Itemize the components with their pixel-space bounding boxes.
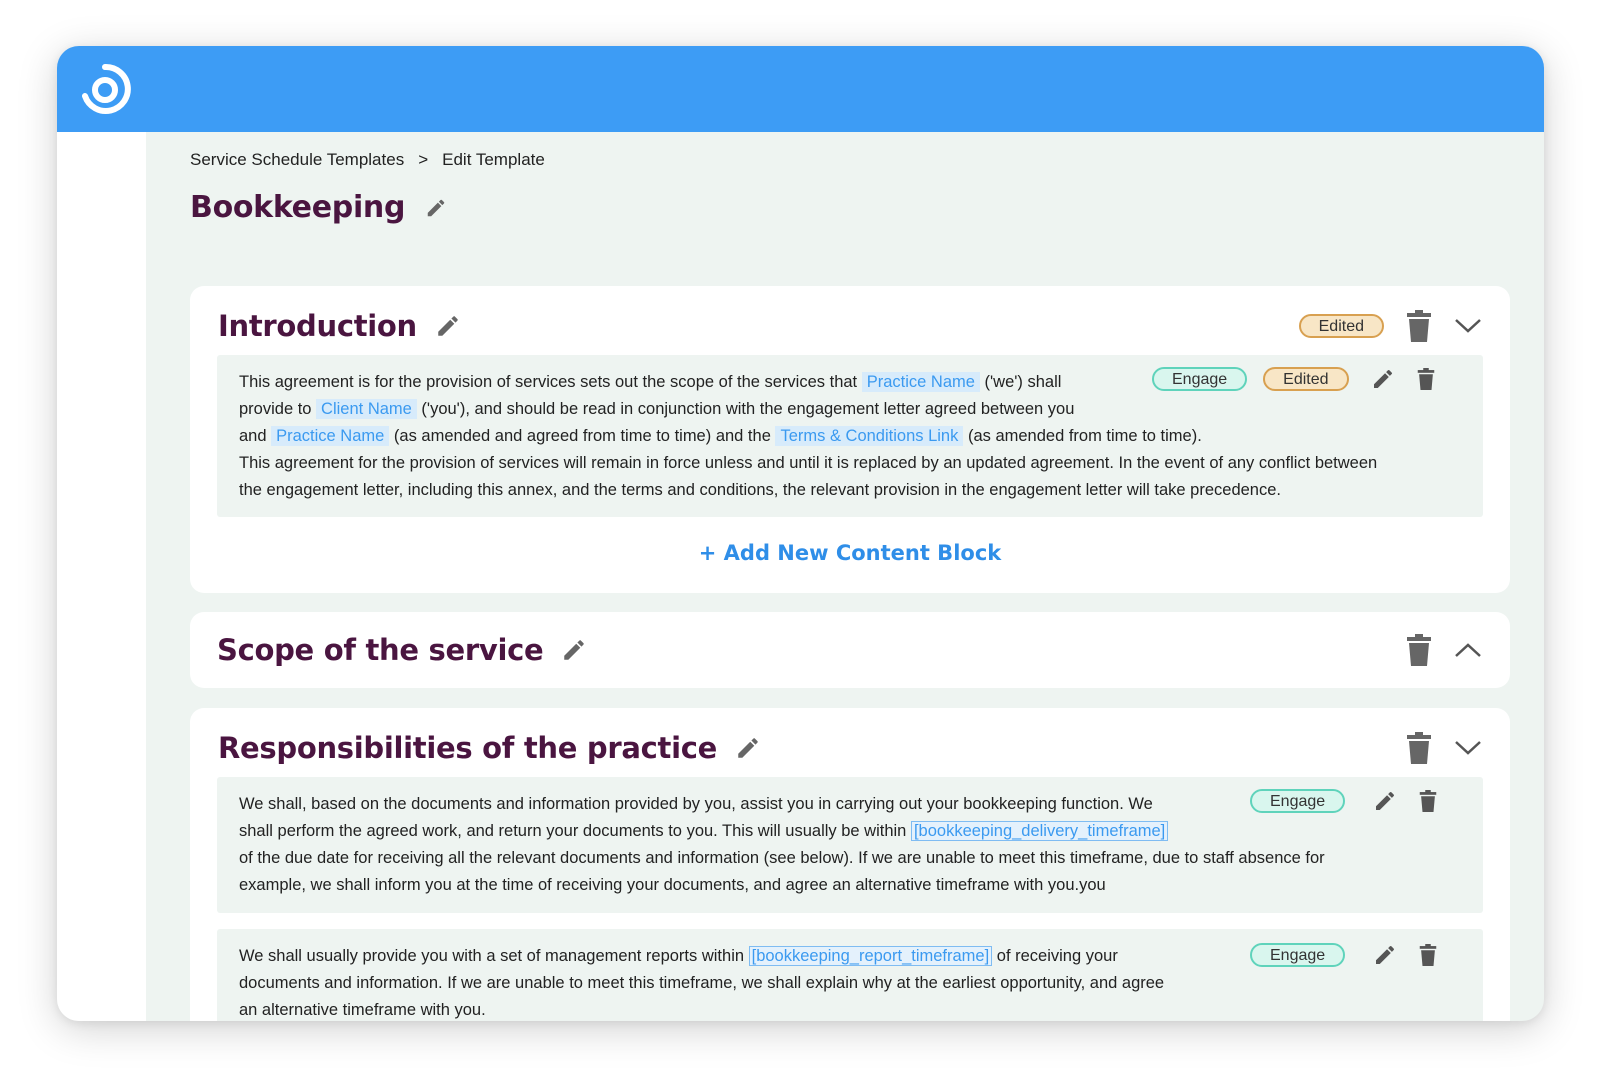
pencil-icon[interactable] (1373, 943, 1397, 967)
block-actions: Engage (1250, 943, 1437, 967)
section-header: Responsibilities of the practice (218, 708, 1482, 788)
pencil-icon[interactable] (1371, 367, 1395, 391)
text-segment: ('you'), and should be read in conjuncti… (416, 400, 1075, 418)
text-segment: provide to (239, 400, 317, 418)
section-header: Scope of the service (217, 612, 1482, 688)
sidebar (57, 132, 146, 1021)
main-content: Service Schedule Templates > Edit Templa… (190, 132, 1544, 1021)
text-segment: (as amended from time to time). (963, 427, 1202, 445)
text-segment: This agreement is for the provision of s… (239, 373, 862, 391)
text-segment: of receiving your (992, 947, 1118, 965)
page-title-row: Bookkeeping (190, 190, 447, 225)
section-actions: Edited (1298, 286, 1482, 366)
chevron-down-icon[interactable] (1454, 739, 1482, 757)
merge-field-report-timeframe[interactable]: [bookkeeping_report_timeframe] (748, 946, 993, 966)
block-actions: Engage Edited (1152, 367, 1435, 391)
pencil-icon[interactable] (425, 197, 447, 219)
chevron-down-icon[interactable] (1454, 317, 1482, 335)
text-line: example, we shall inform you at the time… (239, 876, 1106, 894)
text-segment: (as amended and agreed from time to time… (389, 427, 776, 445)
breadcrumb-link-templates[interactable]: Service Schedule Templates (190, 150, 404, 170)
text-line: documents and information. If we are una… (239, 974, 1165, 992)
content-block-text: We shall, based on the documents and inf… (239, 791, 1325, 899)
section-actions (1406, 612, 1482, 688)
add-content-block-button[interactable]: + Add New Content Block (190, 541, 1510, 565)
section-title: Scope of the service (217, 633, 544, 667)
content-block[interactable]: This agreement is for the provision of s… (217, 355, 1483, 517)
pencil-icon[interactable] (735, 735, 761, 761)
text-line: the engagement letter, including this an… (239, 481, 1281, 499)
text-line: provide to Client Name ('you'), and shou… (239, 396, 1377, 423)
text-line: We shall usually provide you with a set … (239, 943, 1164, 970)
logo-icon[interactable] (79, 62, 131, 116)
text-segment: and (239, 427, 272, 445)
section-card-introduction: Introduction Edited This agreement is fo… (190, 286, 1510, 593)
page-title: Bookkeeping (190, 190, 406, 225)
block-actions: Engage (1250, 789, 1437, 813)
trash-icon[interactable] (1419, 944, 1437, 966)
text-line: an alternative timeframe with you. (239, 1001, 486, 1019)
section-actions (1406, 708, 1482, 788)
content-block-text: We shall usually provide you with a set … (239, 943, 1164, 1021)
pencil-icon[interactable] (1373, 789, 1397, 813)
section-card-scope: Scope of the service (190, 612, 1510, 688)
engage-badge: Engage (1250, 943, 1346, 967)
content-block[interactable]: We shall usually provide you with a set … (217, 929, 1483, 1021)
trash-icon[interactable] (1419, 790, 1437, 812)
merge-field-terms-link[interactable]: Terms & Conditions Link (775, 426, 964, 446)
section-header: Introduction Edited (218, 286, 1482, 366)
merge-field-practice-name[interactable]: Practice Name (861, 372, 980, 392)
content-block[interactable]: We shall, based on the documents and inf… (217, 777, 1483, 913)
section-title: Introduction (218, 309, 417, 343)
breadcrumb: Service Schedule Templates > Edit Templa… (190, 150, 545, 170)
merge-field-client-name[interactable]: Client Name (316, 399, 417, 419)
text-line: This agreement for the provision of serv… (239, 454, 1378, 472)
text-line: and Practice Name (as amended and agreed… (239, 423, 1377, 450)
breadcrumb-separator: > (418, 150, 429, 169)
text-segment: We shall usually provide you with a set … (239, 947, 749, 965)
trash-icon[interactable] (1406, 634, 1432, 666)
engage-badge: Engage (1152, 367, 1248, 391)
pencil-icon[interactable] (561, 637, 587, 663)
top-bar (57, 46, 1544, 132)
text-line: of the due date for receiving all the re… (239, 849, 1325, 867)
pencil-icon[interactable] (435, 313, 461, 339)
trash-icon[interactable] (1406, 732, 1432, 764)
merge-field-delivery-timeframe[interactable]: [bookkeeping_delivery_timeframe] (910, 821, 1169, 841)
chevron-up-icon[interactable] (1454, 641, 1482, 659)
edited-badge: Edited (1263, 367, 1349, 391)
edited-badge: Edited (1298, 314, 1384, 338)
breadcrumb-current: Edit Template (442, 150, 545, 169)
merge-field-practice-name[interactable]: Practice Name (271, 426, 390, 446)
engage-badge: Engage (1250, 789, 1346, 813)
section-title: Responsibilities of the practice (218, 731, 717, 765)
trash-icon[interactable] (1406, 310, 1432, 342)
text-segment: shall perform the agreed work, and retur… (239, 822, 911, 840)
text-line: shall perform the agreed work, and retur… (239, 818, 1325, 845)
text-segment: ('we') shall (979, 373, 1062, 391)
section-card-responsibilities: Responsibilities of the practice We shal… (190, 708, 1510, 1021)
text-line: We shall, based on the documents and inf… (239, 795, 1153, 813)
app-window: Service Schedule Templates > Edit Templa… (57, 46, 1544, 1021)
trash-icon[interactable] (1417, 368, 1435, 390)
